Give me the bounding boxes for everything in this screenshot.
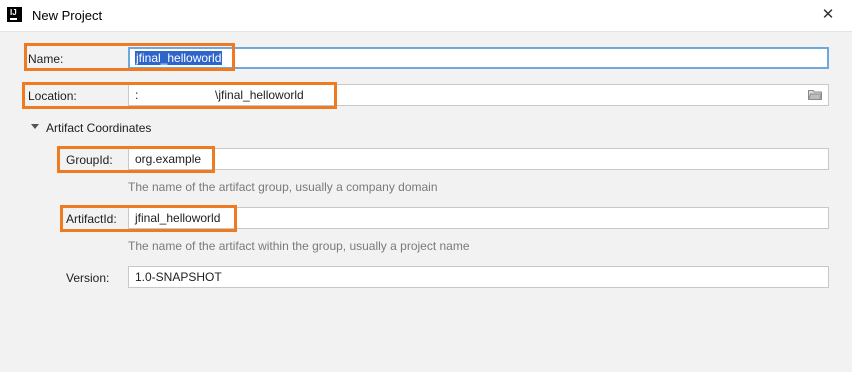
groupid-hint: The name of the artifact group, usually … — [128, 180, 438, 194]
triangle-down-icon[interactable] — [31, 124, 39, 129]
version-value: 1.0-SNAPSHOT — [135, 270, 222, 284]
title-bar: IJ New Project ✕ — [0, 0, 852, 32]
annotation-box-groupid — [57, 146, 215, 173]
close-icon[interactable]: ✕ — [815, 3, 841, 27]
version-label: Version: — [66, 271, 110, 285]
section-title[interactable]: Artifact Coordinates — [46, 121, 151, 135]
annotation-box-name — [24, 43, 235, 71]
window-title: New Project — [32, 8, 103, 23]
groupid-input[interactable]: org.example — [128, 148, 829, 170]
intellij-icon: IJ — [7, 7, 22, 22]
annotation-box-location — [22, 82, 337, 109]
artifactid-hint: The name of the artifact within the grou… — [128, 239, 470, 253]
folder-icon[interactable] — [808, 89, 822, 100]
annotation-box-artifactid — [60, 205, 237, 232]
version-input[interactable]: 1.0-SNAPSHOT — [128, 266, 829, 288]
